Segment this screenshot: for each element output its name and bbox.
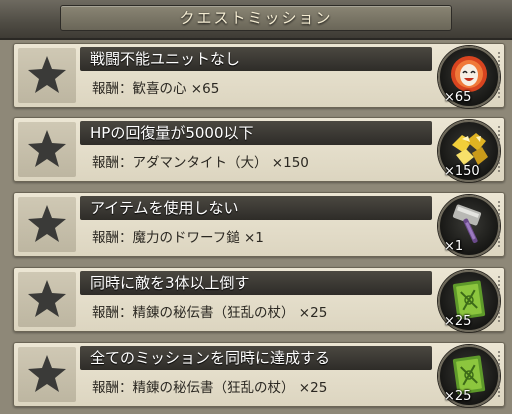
mission-title: 全てのミッションを同時に達成する [90, 349, 331, 367]
mission-row: 同時に敵を3体以上倒す 報酬：精錬の秘伝書（狂乱の杖） ×25 ×25 [13, 267, 505, 332]
mission-title: アイテムを使用しない [90, 199, 239, 217]
star-empty-icon [28, 355, 66, 392]
chain-decoration [498, 351, 508, 397]
mission-row: 戦闘不能ユニットなし 報酬：歓喜の心 ×65 ×65 [13, 43, 505, 108]
star-slot [18, 48, 76, 103]
mission-title: 戦闘不能ユニットなし [90, 50, 241, 68]
mission-row: アイテムを使用しない 報酬：魔力のドワーフ鎚 ×1 ×1 [13, 192, 505, 257]
reward-text: 報酬：魔力のドワーフ鎚 ×1 [92, 230, 264, 246]
reward-text: 報酬：歓喜の心 ×65 [92, 81, 220, 97]
item-quantity: ×150 [444, 164, 480, 179]
chain-decoration [498, 201, 508, 247]
reward-item[interactable]: ×65 [438, 46, 500, 108]
chain-decoration [498, 276, 508, 322]
star-empty-icon [28, 205, 66, 242]
star-empty-icon [28, 280, 66, 317]
reward-item[interactable]: ×25 [438, 345, 500, 407]
reward-text: 報酬：アダマンタイト（大） ×150 [92, 155, 309, 171]
item-quantity: ×1 [444, 239, 464, 254]
reward-text: 報酬：精錬の秘伝書（狂乱の杖） ×25 [92, 305, 328, 321]
reward-text: 報酬：精錬の秘伝書（狂乱の杖） ×25 [92, 380, 328, 396]
mission-title: 同時に敵を3体以上倒す [90, 274, 250, 292]
star-empty-icon [28, 130, 66, 167]
reward-item[interactable]: ×1 [438, 195, 500, 257]
star-slot [18, 197, 76, 252]
item-quantity: ×25 [444, 314, 472, 329]
star-slot [18, 272, 76, 327]
reward-item[interactable]: ×150 [438, 120, 500, 182]
chain-decoration [498, 126, 508, 172]
chain-decoration [498, 52, 508, 98]
header-bar: クエストミッション [0, 0, 512, 40]
star-slot [18, 347, 76, 402]
star-slot [18, 122, 76, 177]
star-empty-icon [28, 56, 66, 93]
mission-row: HPの回復量が5000以下 報酬：アダマンタイト（大） ×150 ×150 [13, 117, 505, 182]
item-quantity: ×25 [444, 389, 472, 404]
mission-row: 全てのミッションを同時に達成する 報酬：精錬の秘伝書（狂乱の杖） ×25 ×25 [13, 342, 505, 407]
item-quantity: ×65 [444, 90, 472, 105]
reward-item[interactable]: ×25 [438, 270, 500, 332]
mission-title: HPの回復量が5000以下 [90, 124, 254, 142]
page-title: クエストミッション [179, 9, 333, 27]
